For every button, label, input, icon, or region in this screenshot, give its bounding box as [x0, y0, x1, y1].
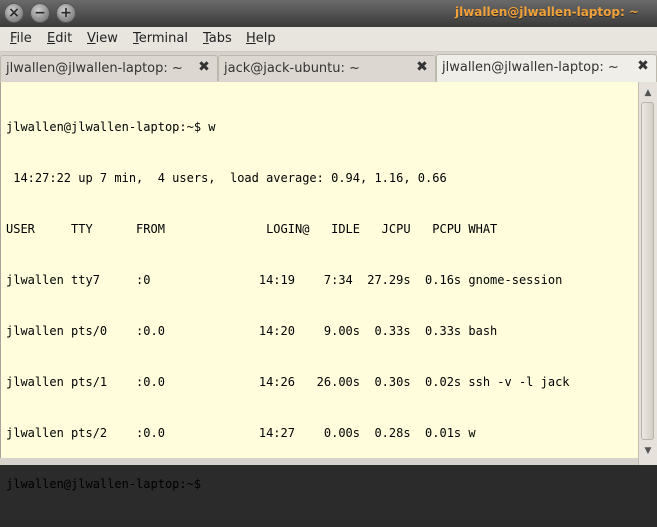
terminal-line: jlwallen tty7 :0 14:19 7:34 27.29s 0.16s… [6, 273, 563, 287]
tab-label: jack@jack-ubuntu: ~ [224, 61, 360, 76]
tab-close-icon[interactable]: ✖ [635, 58, 651, 74]
terminal-line: jlwallen@jlwallen-laptop:~$ [6, 477, 202, 491]
menu-view[interactable]: View [87, 31, 118, 46]
menubar: File Edit View Terminal Tabs Help [0, 27, 657, 52]
menu-edit-mnemonic: E [47, 31, 56, 46]
menu-help-label-rest: elp [255, 31, 276, 46]
menu-terminal-label-rest: erminal [138, 31, 188, 46]
window-titlebar[interactable]: × − + jlwallen@jlwallen-laptop: ~ [0, 0, 657, 27]
terminal-tab-bar: jlwallen@jlwallen-laptop: ~ ✖ jack@jack-… [0, 52, 657, 83]
tab-label: jlwallen@jlwallen-laptop: ~ [6, 61, 183, 76]
terminal-line: 14:27:22 up 7 min, 4 users, load average… [6, 171, 447, 185]
terminal-line: jlwallen pts/1 :0.0 14:26 26.00s 0.30s 0… [6, 375, 570, 389]
menu-file-label-rest: ile [16, 31, 32, 46]
maximize-icon: + [60, 5, 72, 21]
terminal-output[interactable]: jlwallen@jlwallen-laptop:~$ w 14:27:22 u… [0, 82, 638, 491]
tab-jlwallen-active[interactable]: jlwallen@jlwallen-laptop: ~ ✖ [436, 54, 657, 82]
close-icon: × [8, 5, 20, 21]
terminal-scrollbar[interactable]: ▲ ▼ [638, 82, 657, 465]
scroll-down-icon[interactable]: ▼ [640, 443, 656, 459]
terminal-line: jlwallen pts/2 :0.0 14:27 0.00s 0.28s 0.… [6, 426, 476, 440]
terminal-line: jlwallen@jlwallen-laptop:~$ w [6, 120, 216, 134]
menu-file[interactable]: File [10, 31, 32, 46]
tab-label: jlwallen@jlwallen-laptop: ~ [442, 60, 619, 75]
close-window-button[interactable]: × [4, 3, 24, 23]
menu-terminal[interactable]: Terminal [133, 31, 188, 46]
window-bottom-edge [0, 458, 638, 465]
window-title: jlwallen@jlwallen-laptop: ~ [454, 5, 639, 19]
menu-help-mnemonic: H [246, 31, 256, 46]
menu-tabs-label-rest: abs [208, 31, 232, 46]
minimize-window-button[interactable]: − [30, 3, 50, 23]
scrollbar-thumb[interactable] [641, 102, 654, 440]
menu-tabs[interactable]: Tabs [203, 31, 232, 46]
tab-jack[interactable]: jack@jack-ubuntu: ~ ✖ [218, 55, 436, 81]
menu-help[interactable]: Help [246, 31, 276, 46]
minimize-icon: − [34, 5, 46, 21]
terminal-line: jlwallen pts/0 :0.0 14:20 9.00s 0.33s 0.… [6, 324, 498, 338]
menu-edit-label-rest: dit [55, 31, 73, 46]
tab-jlwallen-1[interactable]: jlwallen@jlwallen-laptop: ~ ✖ [0, 55, 218, 81]
tab-close-icon[interactable]: ✖ [196, 59, 212, 75]
scroll-up-icon[interactable]: ▲ [640, 85, 656, 101]
tab-close-icon[interactable]: ✖ [414, 59, 430, 75]
maximize-window-button[interactable]: + [56, 3, 76, 23]
menu-view-label-rest: iew [95, 31, 118, 46]
menu-view-mnemonic: V [87, 31, 96, 46]
terminal-line: USER TTY FROM LOGIN@ IDLE JCPU PCPU WHAT [6, 222, 498, 236]
menu-edit[interactable]: Edit [47, 31, 72, 46]
